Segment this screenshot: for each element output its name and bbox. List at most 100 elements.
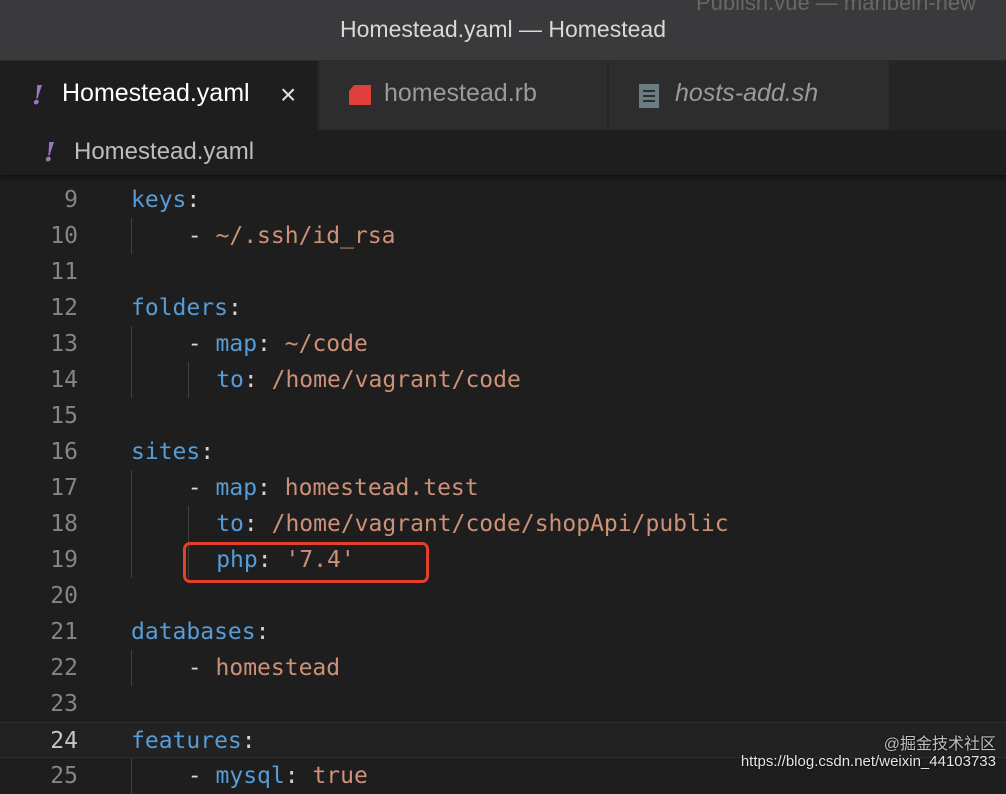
yaml-punct: : — [243, 367, 272, 393]
yaml-key: sites — [131, 439, 201, 465]
yaml-punct: - — [187, 655, 216, 681]
code-line[interactable]: 11 — [0, 254, 1006, 290]
line-number: 10 — [50, 223, 78, 249]
yaml-punct: : — [200, 439, 215, 465]
code-line[interactable]: 17 - map: homestead.test — [0, 470, 1006, 506]
code-text: to: /home/vagrant/code — [216, 367, 521, 393]
breadcrumb-item[interactable]: Homestead.yaml — [74, 138, 254, 166]
code-line[interactable]: 21 databases: — [0, 614, 1006, 650]
yaml-value: /home/vagrant/code/shopApi/public — [271, 511, 729, 537]
indent-guide — [131, 650, 132, 686]
indent-guide — [131, 218, 132, 254]
code-line[interactable]: 10 - ~/.ssh/id_rsa — [0, 218, 1006, 254]
tab-label: hosts-add.sh — [675, 79, 819, 107]
code-text: folders: — [131, 295, 242, 321]
yaml-key: mysql — [215, 763, 285, 789]
yaml-punct: - — [187, 763, 216, 789]
yaml-key: map — [215, 475, 258, 501]
line-number: 11 — [50, 259, 78, 285]
watermark: @掘金技术社区 https://blog.csdn.net/weixin_441… — [741, 736, 996, 770]
yaml-value: homestead.test — [284, 475, 479, 501]
yaml-icon: ! — [32, 81, 44, 111]
code-text: - map: ~/code — [188, 331, 368, 357]
yaml-key: keys — [131, 187, 187, 213]
yaml-value: homestead — [215, 655, 341, 681]
tab-homestead-rb[interactable]: homestead.rb — [319, 61, 608, 130]
code-text: - map: homestead.test — [188, 475, 479, 501]
background-window-title: Publish.vue — manbeln-new — [695, 0, 976, 15]
yaml-punct: : — [255, 619, 270, 645]
line-number: 17 — [50, 475, 78, 501]
line-number: 9 — [64, 187, 78, 213]
line-number: 20 — [50, 583, 78, 609]
yaml-punct: - — [187, 475, 216, 501]
code-text: - ~/.ssh/id_rsa — [188, 223, 396, 249]
code-text: to: /home/vagrant/code/shopApi/public — [216, 511, 728, 537]
yaml-punct: : — [257, 331, 285, 357]
tab-hosts-add-sh[interactable]: hosts-add.sh — [609, 61, 890, 130]
line-number: 24 — [50, 728, 78, 754]
code-text: keys: — [131, 187, 200, 213]
highlight-box — [183, 542, 429, 583]
breadcrumb: ! Homestead.yaml — [0, 130, 1006, 175]
close-icon[interactable]: × — [280, 81, 296, 109]
code-line[interactable]: 15 — [0, 398, 1006, 434]
shell-file-icon — [639, 84, 659, 108]
code-text: - homestead — [188, 655, 340, 681]
line-number: 21 — [50, 619, 78, 645]
yaml-key: map — [215, 331, 258, 357]
yaml-key: folders — [131, 295, 228, 321]
code-text: sites: — [131, 439, 214, 465]
code-line[interactable]: 23 — [0, 686, 1006, 722]
tab-label: homestead.rb — [384, 79, 537, 107]
yaml-key: features — [131, 728, 242, 754]
line-number: 18 — [50, 511, 78, 537]
indent-guide — [131, 758, 132, 794]
code-line[interactable]: 12 folders: — [0, 290, 1006, 326]
code-line[interactable]: 9 keys: — [0, 182, 1006, 218]
yaml-icon: ! — [44, 138, 56, 168]
yaml-value: true — [312, 763, 368, 789]
code-text: features: — [131, 728, 256, 754]
line-number: 13 — [50, 331, 78, 357]
watermark-url: https://blog.csdn.net/weixin_44103733 — [740, 753, 996, 770]
indent-guide — [131, 470, 132, 578]
window-title: Homestead.yaml — Homestead — [340, 16, 666, 42]
code-text: databases: — [131, 619, 269, 645]
yaml-punct: - — [187, 331, 216, 357]
code-line[interactable]: 14 to: /home/vagrant/code — [0, 362, 1006, 398]
tab-homestead-yaml[interactable]: ! Homestead.yaml × — [0, 61, 318, 130]
code-line[interactable]: 13 - map: ~/code — [0, 326, 1006, 362]
yaml-key: to — [216, 367, 244, 393]
yaml-punct: : — [186, 187, 201, 213]
line-number: 19 — [50, 547, 78, 573]
yaml-punct: : — [284, 763, 313, 789]
yaml-punct: : — [243, 511, 272, 537]
yaml-punct: : — [227, 295, 242, 321]
code-line[interactable]: 20 — [0, 578, 1006, 614]
code-line[interactable]: 22 - homestead — [0, 650, 1006, 686]
code-line[interactable]: 18 to: /home/vagrant/code/shopApi/public — [0, 506, 1006, 542]
line-number: 22 — [50, 655, 78, 681]
line-number: 14 — [50, 367, 78, 393]
line-number: 25 — [50, 763, 78, 789]
yaml-key: databases — [131, 619, 256, 645]
yaml-punct: : — [257, 475, 285, 501]
yaml-key: to — [216, 511, 244, 537]
tab-bar: ! Homestead.yaml × homestead.rb hosts-ad… — [0, 61, 1006, 130]
line-number: 15 — [50, 403, 78, 429]
code-line[interactable]: 19 php: '7.4' — [0, 542, 1006, 578]
yaml-value: ~/code — [284, 331, 368, 357]
watermark-line: @掘金技术社区 — [883, 736, 996, 753]
indent-guide — [188, 362, 189, 398]
ruby-icon — [349, 85, 371, 105]
yaml-value: ~/.ssh/id_rsa — [215, 223, 396, 249]
yaml-value: /home/vagrant/code — [271, 367, 521, 393]
indent-guide — [131, 326, 132, 398]
yaml-punct: : — [241, 728, 256, 754]
code-line[interactable]: 16 sites: — [0, 434, 1006, 470]
line-number: 16 — [50, 439, 78, 465]
title-bar: Publish.vue — manbeln-new Homestead.yaml… — [0, 0, 1006, 61]
code-editor[interactable]: 9 keys: 10 - ~/.ssh/id_rsa 11 12 folders: 13 - m… — [0, 176, 1006, 794]
yaml-punct: - — [187, 223, 216, 249]
